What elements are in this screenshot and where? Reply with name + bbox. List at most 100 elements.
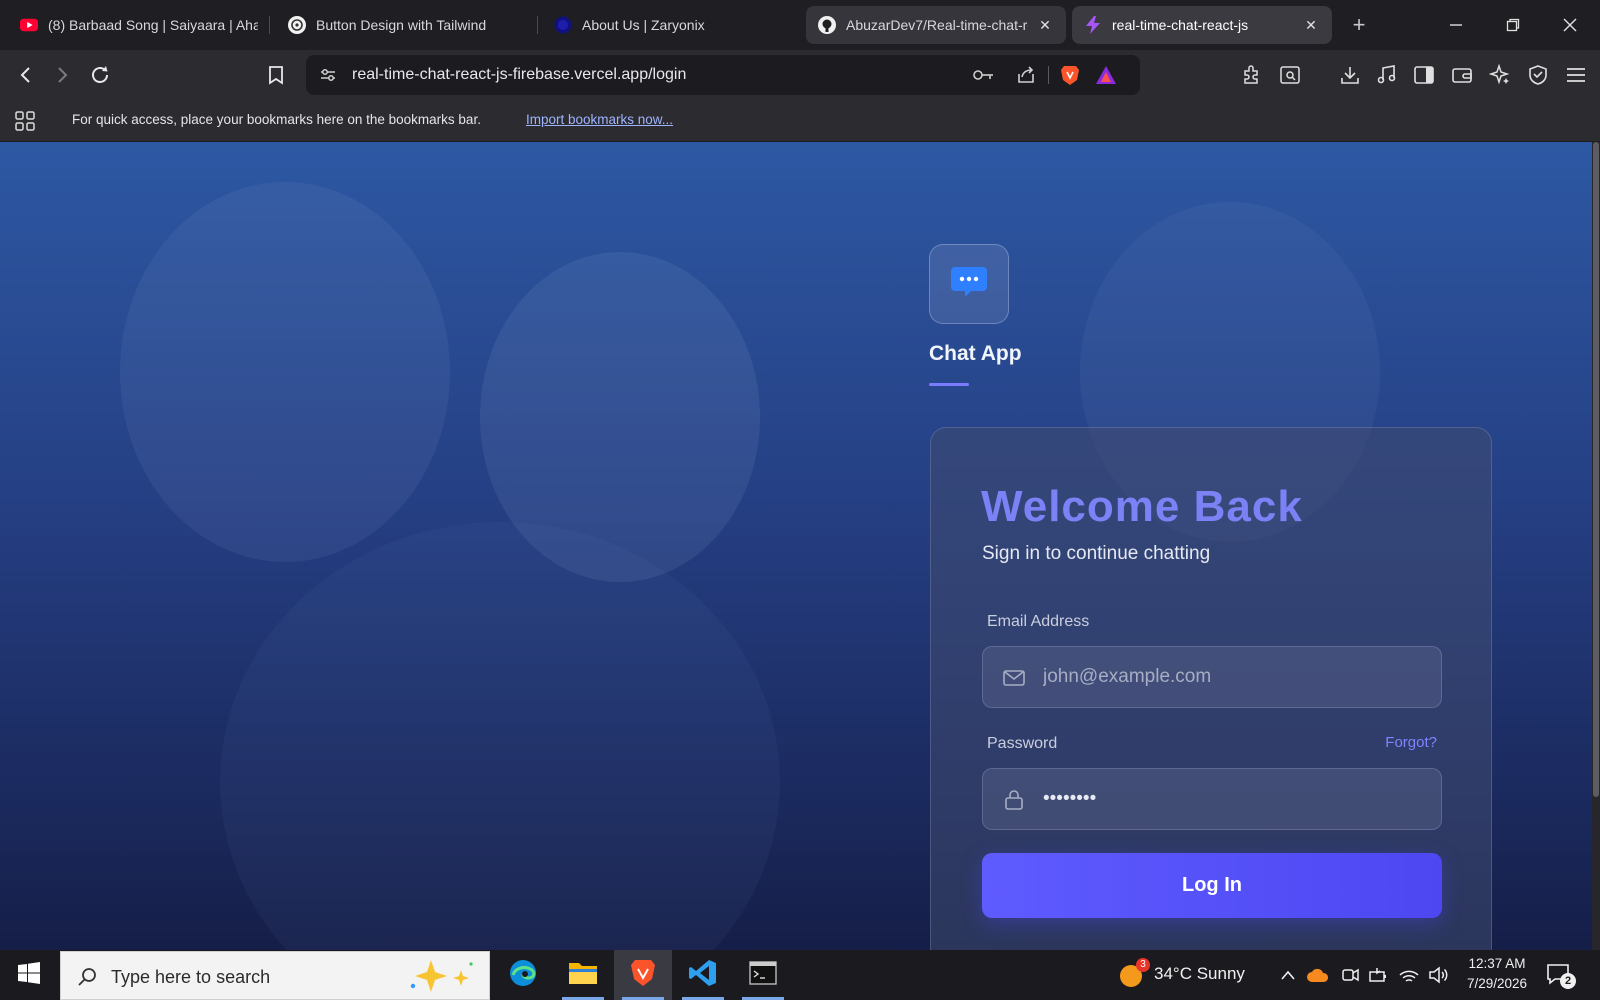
- forgot-password-link[interactable]: Forgot?: [1385, 734, 1437, 751]
- page-scrollbar[interactable]: [1592, 142, 1600, 950]
- weather-text: 34°C Sunny: [1154, 964, 1245, 983]
- downloads-icon[interactable]: [1336, 61, 1364, 89]
- reload-button[interactable]: [86, 61, 114, 89]
- youtube-icon: [20, 16, 38, 34]
- sun-icon: 3: [1118, 958, 1150, 989]
- tab-github[interactable]: AbuzarDev7/Real-time-chat-react-js ✕: [806, 6, 1066, 44]
- sidebar-icon[interactable]: [1410, 61, 1438, 89]
- taskbar-file-explorer[interactable]: [554, 950, 612, 1000]
- bookmarks-bar: For quick access, place your bookmarks h…: [0, 100, 1600, 142]
- notifications-button[interactable]: 2: [1546, 950, 1576, 1000]
- wallet-icon[interactable]: [1448, 61, 1476, 89]
- menu-icon[interactable]: [1562, 61, 1590, 89]
- taskbar-vscode[interactable]: [674, 950, 732, 1000]
- brave-icon: [629, 958, 657, 993]
- lock-icon: [1002, 788, 1026, 812]
- battery-icon[interactable]: [1368, 950, 1390, 1000]
- new-tab-button[interactable]: +: [1346, 12, 1372, 38]
- forward-button[interactable]: [48, 61, 76, 89]
- clock-time: 12:37 AM: [1468, 956, 1526, 971]
- terminal-icon: [749, 960, 777, 990]
- minimize-button[interactable]: [1428, 8, 1484, 42]
- address-bar[interactable]: real-time-chat-react-js-firebase.vercel.…: [306, 55, 1140, 95]
- login-page: Chat App Welcome Back Sign in to continu…: [0, 142, 1592, 950]
- wifi-icon[interactable]: [1398, 950, 1420, 1000]
- background-photo: [220, 522, 780, 950]
- app-logo: [929, 244, 1009, 324]
- close-icon[interactable]: ✕: [1302, 16, 1320, 34]
- tab-youtube[interactable]: (8) Barbaad Song | Saiyaara | Ahaan Pand…: [8, 6, 270, 44]
- import-bookmarks-link[interactable]: Import bookmarks now...: [526, 112, 673, 127]
- url-text[interactable]: real-time-chat-react-js-firebase.vercel.…: [352, 66, 686, 84]
- brave-shields-icon[interactable]: [1058, 63, 1082, 87]
- back-button[interactable]: [12, 61, 40, 89]
- divider: [1048, 66, 1049, 84]
- tab-title: Button Design with Tailwind: [316, 17, 487, 33]
- show-hidden-icons[interactable]: [1280, 950, 1296, 1000]
- ai-assistant-icon[interactable]: [1486, 61, 1514, 89]
- login-button[interactable]: Log In: [982, 853, 1442, 918]
- mail-icon: [1002, 666, 1026, 690]
- vercel-bolt-icon: [1084, 16, 1102, 34]
- vpn-shield-icon[interactable]: [1524, 61, 1552, 89]
- tab-title: About Us | Zaryonix: [582, 17, 705, 33]
- taskbar-terminal[interactable]: [734, 950, 792, 1000]
- restore-button[interactable]: [1485, 8, 1541, 42]
- windows-taskbar: Type here to search 3 34°C Sunny 12:37 A…: [0, 950, 1600, 1000]
- volume-icon[interactable]: [1428, 950, 1450, 1000]
- tab-title: real-time-chat-react-js: [1112, 17, 1249, 33]
- taskbar-search[interactable]: Type here to search: [60, 951, 490, 1000]
- media-icon[interactable]: [1372, 61, 1400, 89]
- chatgpt-icon: [288, 16, 306, 34]
- background-photo: [120, 182, 450, 562]
- close-window-button[interactable]: [1542, 8, 1598, 42]
- brave-rewards-icon[interactable]: [1094, 63, 1118, 87]
- share-icon[interactable]: [1014, 63, 1038, 87]
- email-field-wrapper: [982, 646, 1442, 708]
- tab-button-design[interactable]: Button Design with Tailwind: [276, 6, 538, 44]
- password-input[interactable]: [1043, 769, 1423, 829]
- extensions-icon[interactable]: [1238, 61, 1266, 89]
- notification-icon: 2: [1546, 963, 1576, 989]
- chat-bubble-icon: [949, 263, 989, 306]
- login-heading: Welcome Back: [981, 482, 1303, 531]
- tab-title: AbuzarDev7/Real-time-chat-react-js: [846, 17, 1028, 33]
- apps-grid-icon[interactable]: [14, 110, 36, 132]
- cloud-icon[interactable]: [1306, 950, 1330, 1000]
- start-button[interactable]: [0, 950, 58, 1000]
- taskbar-edge[interactable]: [494, 950, 552, 1000]
- email-input[interactable]: [1043, 647, 1423, 707]
- password-field-wrapper: [982, 768, 1442, 830]
- weather-widget[interactable]: 3: [1118, 950, 1150, 1000]
- github-icon: [818, 16, 836, 34]
- tab-title: (8) Barbaad Song | Saiyaara | Ahaan Pand…: [48, 17, 258, 33]
- login-subheading: Sign in to continue chatting: [982, 543, 1211, 564]
- tab-about-us[interactable]: About Us | Zaryonix: [542, 6, 804, 44]
- weather-badge: 3: [1136, 958, 1150, 972]
- close-icon[interactable]: ✕: [1036, 16, 1054, 34]
- bookmarks-hint: For quick access, place your bookmarks h…: [72, 112, 481, 127]
- reader-mode-icon[interactable]: [1276, 61, 1304, 89]
- bookmark-icon[interactable]: [262, 61, 290, 89]
- clock-date: 7/29/2026: [1466, 976, 1528, 991]
- taskbar-brave[interactable]: [614, 950, 672, 1000]
- title-underline: [929, 383, 969, 386]
- site-settings-icon[interactable]: [316, 63, 340, 87]
- search-placeholder: Type here to search: [111, 967, 271, 987]
- edge-icon: [508, 958, 538, 993]
- tab-real-time-chat[interactable]: real-time-chat-react-js ✕: [1072, 6, 1332, 44]
- login-card: Welcome Back Sign in to continue chattin…: [930, 427, 1492, 950]
- vscode-icon: [688, 958, 718, 993]
- app-name: Chat App: [929, 342, 1022, 365]
- windows-logo-icon: [18, 961, 40, 989]
- notification-count: 2: [1560, 973, 1576, 989]
- taskbar-clock[interactable]: 12:37 AM 7/29/2026: [1457, 954, 1537, 994]
- email-label: Email Address: [987, 613, 1090, 630]
- folder-icon: [568, 960, 598, 991]
- search-icon: [77, 966, 99, 988]
- meet-now-icon[interactable]: [1340, 950, 1360, 1000]
- key-icon[interactable]: [972, 63, 996, 87]
- browser-toolbar: real-time-chat-react-js-firebase.vercel.…: [0, 50, 1600, 100]
- tab-strip: (8) Barbaad Song | Saiyaara | Ahaan Pand…: [0, 0, 1600, 50]
- scrollbar-thumb[interactable]: [1593, 142, 1599, 797]
